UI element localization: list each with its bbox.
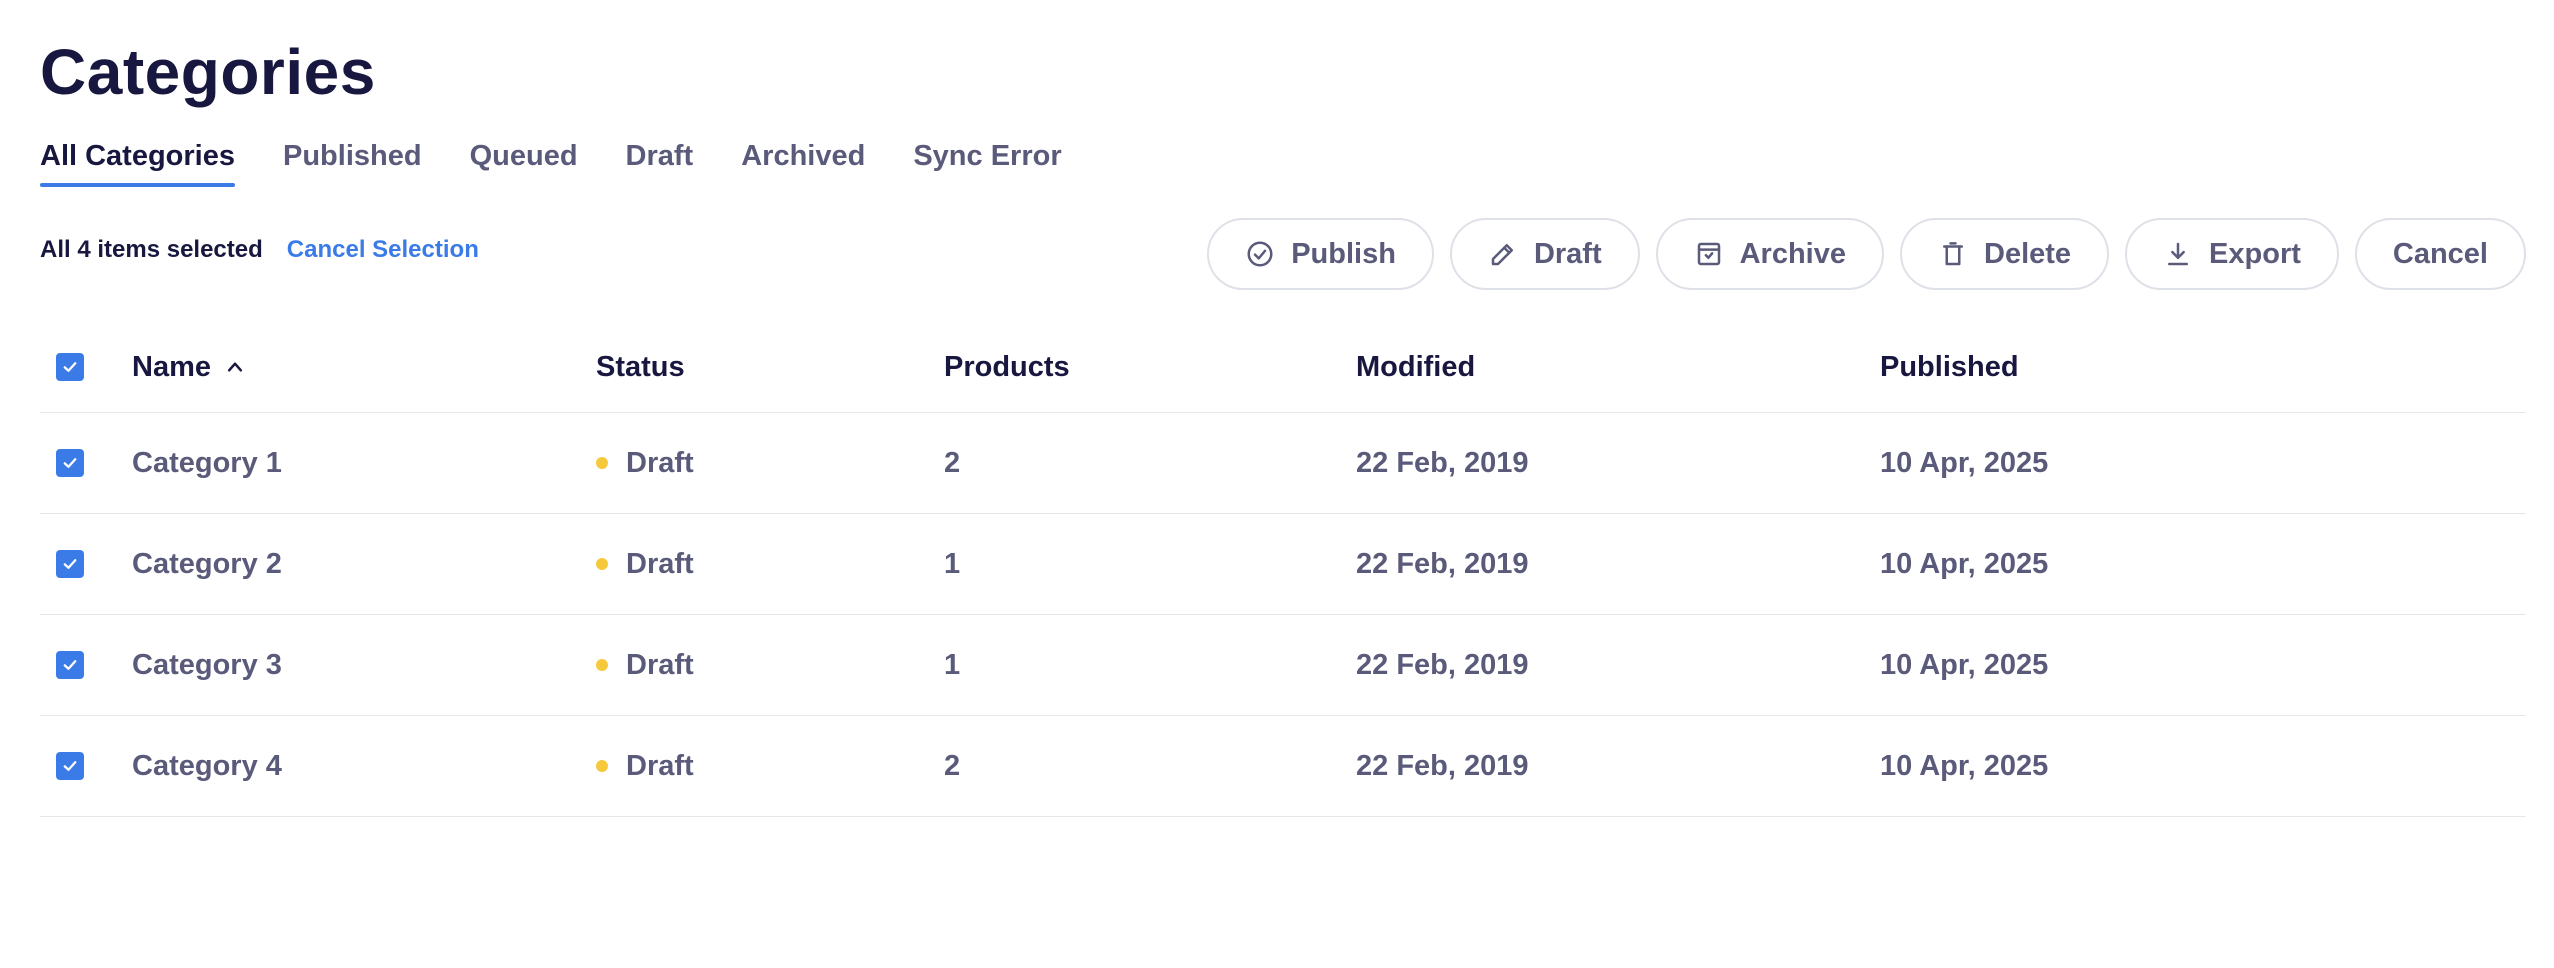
products-count: 2: [944, 446, 961, 479]
products-count: 2: [944, 749, 961, 782]
archive-box-icon: [1697, 242, 1720, 266]
table-header-row: Name Status Products Modified Published: [40, 322, 2526, 413]
draft-button-label: Draft: [1533, 237, 1602, 270]
column-header-products[interactable]: Products: [944, 322, 1070, 412]
cancel-button-label: Cancel: [2392, 237, 2488, 270]
export-button-label: Export: [2209, 237, 2301, 270]
tab-draft[interactable]: Draft: [626, 136, 694, 188]
column-header-name[interactable]: Name: [132, 322, 245, 412]
draft-button[interactable]: Draft: [1449, 218, 1640, 290]
row-checkbox[interactable]: [56, 550, 84, 578]
status-tabs: All Categories Published Queued Draft Ar…: [40, 136, 1110, 188]
status-dot-icon: [596, 457, 608, 469]
table-row[interactable]: Category 1 Draft 2 22 Feb, 2019 10 Apr, …: [40, 413, 2526, 514]
tab-archived[interactable]: Archived: [741, 136, 865, 188]
row-checkbox[interactable]: [56, 449, 84, 477]
status-label: Draft: [626, 446, 694, 479]
checkmark-icon: [63, 660, 77, 670]
column-header-modified[interactable]: Modified: [1356, 322, 1475, 412]
row-checkbox-cell: [56, 413, 84, 513]
status-label: Draft: [626, 547, 694, 580]
checkmark-icon: [63, 362, 77, 372]
delete-button-label: Delete: [1984, 237, 2072, 270]
selection-bar: All 4 items selected Cancel Selection: [40, 236, 479, 264]
checkmark-icon: [63, 458, 77, 468]
download-icon: [2168, 242, 2189, 266]
row-checkbox[interactable]: [56, 651, 84, 679]
archive-button-label: Archive: [1739, 237, 1846, 270]
column-header-name-label: Name: [132, 350, 211, 383]
row-checkbox-cell: [56, 716, 84, 816]
table-row[interactable]: Category 3 Draft 1 22 Feb, 2019 10 Apr, …: [40, 615, 2526, 716]
export-button[interactable]: Export: [2125, 218, 2339, 290]
publish-button[interactable]: Publish: [1207, 218, 1434, 290]
status-cell: Draft: [596, 413, 694, 513]
publish-button-label: Publish: [1291, 237, 1396, 270]
delete-button[interactable]: Delete: [1900, 218, 2110, 290]
pencil-icon: [1491, 244, 1513, 266]
status-cell: Draft: [596, 514, 694, 614]
column-header-status[interactable]: Status: [596, 322, 685, 412]
status-label: Draft: [626, 749, 694, 782]
modified-date: 22 Feb, 2019: [1356, 648, 1529, 681]
tab-sync-error[interactable]: Sync Error: [913, 136, 1061, 188]
status-cell: Draft: [596, 716, 694, 816]
status-label: Draft: [626, 648, 694, 681]
category-name: Category 4: [132, 749, 282, 782]
column-header-published[interactable]: Published: [1880, 322, 2019, 412]
check-circle-icon: [1247, 241, 1273, 267]
checkmark-icon: [63, 559, 77, 569]
products-count: 1: [944, 648, 961, 681]
modified-date: 22 Feb, 2019: [1356, 749, 1529, 782]
modified-date: 22 Feb, 2019: [1356, 446, 1529, 479]
published-date: 10 Apr, 2025: [1880, 648, 2049, 681]
status-dot-icon: [596, 760, 608, 772]
category-name: Category 2: [132, 547, 282, 580]
category-name: Category 1: [132, 446, 282, 479]
row-checkbox-cell: [56, 615, 84, 715]
bulk-actions: Publish Draft Archive Delete Export Canc…: [1207, 218, 2526, 290]
table-row[interactable]: Category 4 Draft 2 22 Feb, 2019 10 Apr, …: [40, 716, 2526, 817]
categories-table: Name Status Products Modified Published …: [40, 322, 2526, 817]
modified-date: 22 Feb, 2019: [1356, 547, 1529, 580]
cancel-selection-link[interactable]: Cancel Selection: [287, 236, 479, 264]
archive-button[interactable]: Archive: [1655, 218, 1884, 290]
select-all-checkbox[interactable]: [56, 353, 84, 381]
trash-icon: [1943, 242, 1963, 266]
header-checkbox-cell: [56, 322, 84, 412]
category-name: Category 3: [132, 648, 282, 681]
categories-page: Categories All Categories Published Queu…: [0, 0, 2554, 968]
tab-published[interactable]: Published: [283, 136, 422, 188]
table-row[interactable]: Category 2 Draft 1 22 Feb, 2019 10 Apr, …: [40, 514, 2526, 615]
row-checkbox[interactable]: [56, 752, 84, 780]
cancel-button[interactable]: Cancel: [2354, 218, 2526, 290]
products-count: 1: [944, 547, 961, 580]
published-date: 10 Apr, 2025: [1880, 547, 2049, 580]
page-title: Categories: [40, 36, 376, 108]
status-dot-icon: [596, 558, 608, 570]
published-date: 10 Apr, 2025: [1880, 446, 2049, 479]
checkmark-icon: [63, 761, 77, 771]
row-checkbox-cell: [56, 514, 84, 614]
published-date: 10 Apr, 2025: [1880, 749, 2049, 782]
tab-queued[interactable]: Queued: [470, 136, 578, 188]
tab-all-categories[interactable]: All Categories: [40, 136, 235, 188]
status-cell: Draft: [596, 615, 694, 715]
status-dot-icon: [596, 659, 608, 671]
chevron-up-icon: [227, 362, 243, 372]
selected-count: All 4 items selected: [40, 236, 263, 263]
